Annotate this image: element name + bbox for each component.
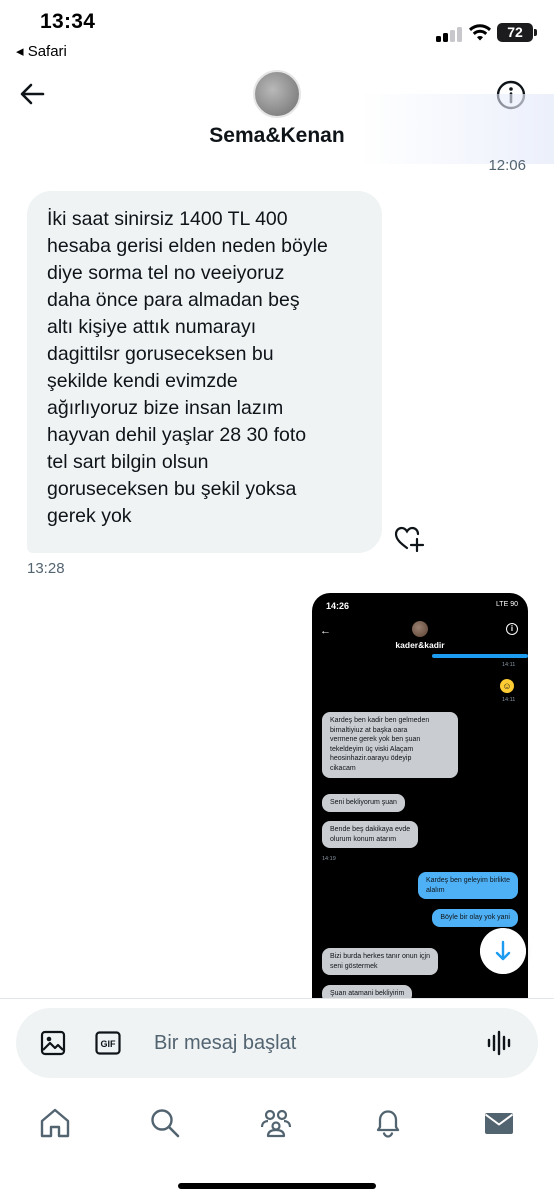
received-message-bubble[interactable]: İki saat sinirsiz 1400 TL 400 hesaba ger… [27, 191, 382, 553]
arrow-down-icon[interactable] [480, 928, 526, 974]
message-timestamp: 12:06 [488, 157, 526, 174]
screenshot-received-bubble: Bizi burda herkes tanır onun içjn seni g… [322, 948, 438, 976]
received-message-text: İki saat sinirsiz 1400 TL 400 hesaba ger… [47, 208, 328, 527]
screenshot-timestamp: 14:11 [502, 697, 516, 703]
screenshot-sent-bubble: Böyle bir olay yok yani [432, 909, 518, 927]
screenshot-avatar [412, 621, 428, 637]
battery-indicator: 72 [497, 23, 533, 42]
screenshot-status-time: 14:26 [326, 601, 350, 611]
screenshot-received-bubble: Şuan atamani bekliyirim [322, 985, 413, 998]
home-icon[interactable] [38, 1106, 72, 1140]
screenshot-received-bubble: Kardeş ben kadir ben gelmeden birnaltiyi… [322, 712, 458, 778]
bottom-navigation [0, 1090, 554, 1160]
notifications-icon[interactable] [371, 1106, 405, 1140]
voice-wave-icon[interactable] [486, 1029, 514, 1057]
search-icon[interactable] [148, 1106, 182, 1140]
screenshot-status: LTE 90 [495, 601, 518, 608]
arrow-left-icon[interactable] [16, 78, 48, 110]
screenshot-back-icon: ← [320, 625, 331, 637]
screenshot-info-icon: i [506, 623, 518, 635]
cellular-signal-icon [436, 26, 464, 42]
home-indicator [178, 1183, 376, 1189]
received-message-time: 13:28 [27, 560, 65, 577]
status-time: 13:34 [40, 10, 96, 33]
message-input[interactable] [154, 1030, 454, 1056]
back-to-safari-link[interactable]: ◂ Safari [16, 42, 67, 60]
image-icon[interactable] [40, 1030, 66, 1056]
gif-icon[interactable]: GIF [95, 1031, 121, 1055]
composer-divider [0, 998, 554, 999]
screenshot-received-bubble: Bende beş dakikaya evde olurum konum ata… [322, 821, 419, 849]
screenshot-received-bubble: Seni bekliyorum şuan [322, 794, 405, 812]
screenshot-angel-emoji: ☺ [500, 679, 514, 693]
screenshot-sent-bubble-edge [432, 654, 528, 658]
screenshot-timestamp: 14:19 [322, 856, 336, 862]
messages-icon[interactable] [482, 1106, 516, 1140]
contact-avatar[interactable] [253, 70, 301, 118]
battery-cap [534, 29, 537, 36]
heart-plus-icon[interactable] [393, 524, 425, 552]
gif-icon-label: GIF [101, 1039, 117, 1049]
screenshot-timestamp: 14:11 [502, 662, 516, 668]
screenshot-contact-name: kader&kadir [395, 640, 445, 650]
header-gradient [360, 94, 554, 164]
status-bar: 13:34 ◂ Safari 72 [0, 0, 554, 64]
screenshot-sent-bubble: Kardeş ben geleyim birlikte alalım [417, 872, 518, 900]
message-composer: GIF [16, 1008, 538, 1078]
communities-icon[interactable] [259, 1106, 293, 1140]
wifi-icon [469, 24, 491, 41]
